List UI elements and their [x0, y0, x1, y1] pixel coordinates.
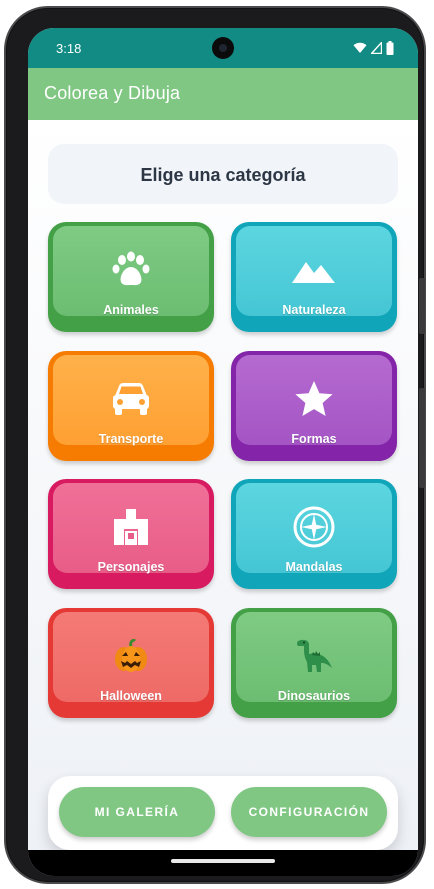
mandala-icon	[236, 506, 392, 548]
category-transporte[interactable]: Transporte	[48, 351, 214, 461]
category-animales[interactable]: Animales	[48, 222, 214, 332]
status-icons	[353, 41, 394, 55]
category-label: Mandalas	[285, 560, 343, 574]
category-label: Animales	[103, 303, 159, 317]
tile-face: Mandalas	[236, 483, 392, 574]
paw-icon	[53, 250, 209, 290]
category-formas[interactable]: Formas	[231, 351, 397, 461]
section-title: Elige una categoría	[140, 165, 306, 185]
home-handle[interactable]	[171, 859, 275, 863]
phone-frame: 3:18 Colorea y Dibuja Elige una categorí…	[4, 6, 426, 884]
pumpkin-icon	[53, 636, 209, 676]
status-bar: 3:18	[28, 28, 418, 68]
navigation-bar	[28, 850, 418, 876]
action-bar: MI GALERÍA CONFIGURACIÓN	[48, 776, 398, 850]
tile-face: Naturaleza	[236, 226, 392, 317]
tile-face: Formas	[236, 355, 392, 446]
dinosaur-icon	[236, 636, 392, 676]
category-label: Naturaleza	[282, 303, 346, 317]
section-header: Elige una categoría	[48, 144, 398, 204]
category-label: Halloween	[100, 689, 162, 703]
category-mandalas[interactable]: Mandalas	[231, 479, 397, 589]
volume-button	[419, 278, 425, 334]
mountain-icon	[236, 250, 392, 290]
car-icon	[53, 379, 209, 419]
screen: 3:18 Colorea y Dibuja Elige una categorí…	[28, 28, 418, 876]
star-icon	[236, 379, 392, 419]
status-time: 3:18	[56, 41, 82, 56]
wifi-icon	[353, 42, 367, 54]
main-content: Elige una categoría Animales Naturaleza …	[28, 120, 418, 850]
signal-icon	[371, 42, 382, 54]
tile-face: Halloween	[53, 612, 209, 703]
tile-face: Animales	[53, 226, 209, 317]
front-camera	[212, 37, 234, 59]
category-halloween[interactable]: Halloween	[48, 608, 214, 718]
category-dinosaurios[interactable]: Dinosaurios	[231, 608, 397, 718]
category-label: Personajes	[97, 560, 165, 574]
power-button	[419, 388, 425, 488]
tile-face: Transporte	[53, 355, 209, 446]
category-label: Formas	[291, 432, 337, 446]
category-label: Dinosaurios	[277, 689, 351, 703]
tile-face: Dinosaurios	[236, 612, 392, 703]
my-gallery-button[interactable]: MI GALERÍA	[59, 787, 215, 837]
app-bar: Colorea y Dibuja	[28, 68, 418, 120]
battery-icon	[386, 41, 394, 55]
character-icon	[53, 507, 209, 547]
settings-button[interactable]: CONFIGURACIÓN	[231, 787, 387, 837]
app-title: Colorea y Dibuja	[44, 83, 181, 103]
category-personajes[interactable]: Personajes	[48, 479, 214, 589]
tile-face: Personajes	[53, 483, 209, 574]
category-label: Transporte	[98, 432, 164, 446]
category-naturaleza[interactable]: Naturaleza	[231, 222, 397, 332]
